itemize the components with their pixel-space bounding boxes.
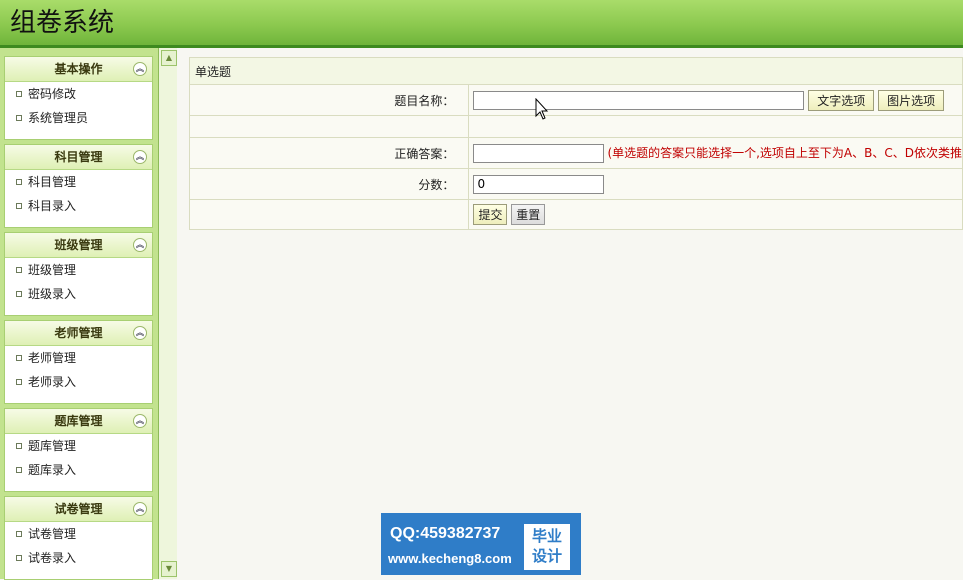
watermark-badge: 毕业 设计 xyxy=(524,524,570,570)
bullet-icon xyxy=(16,202,22,209)
scroll-up-icon[interactable]: ▲ xyxy=(161,50,177,66)
menu-item-bank-manage[interactable]: 题库管理 xyxy=(5,434,152,458)
menu-panel-title: 班级管理 xyxy=(54,238,103,252)
menu-item-label: 密码修改 xyxy=(28,87,77,101)
menu-panel-header[interactable]: 科目管理 ︽ xyxy=(5,145,152,170)
collapse-icon[interactable]: ︽ xyxy=(133,414,147,428)
menu-panel-title: 老师管理 xyxy=(54,326,103,340)
submit-button[interactable]: 提交 xyxy=(473,204,508,225)
collapse-icon[interactable]: ︽ xyxy=(133,326,147,340)
menu-panel-header[interactable]: 试卷管理 ︽ xyxy=(5,497,152,522)
menu-item-subject-add[interactable]: 科目录入 xyxy=(5,194,152,218)
bullet-icon xyxy=(16,354,22,361)
empty-cell xyxy=(188,115,470,138)
collapse-icon[interactable]: ︽ xyxy=(133,150,147,164)
reset-button[interactable]: 重置 xyxy=(511,204,546,225)
bullet-icon xyxy=(16,466,22,473)
collapse-icon[interactable]: ︽ xyxy=(133,502,147,516)
menu-item-label: 科目管理 xyxy=(28,175,77,189)
menu-panel-subject: 科目管理 ︽ 科目管理 科目录入 xyxy=(4,144,153,228)
watermark-badge-line: 设计 xyxy=(531,547,562,565)
menu-item-label: 班级管理 xyxy=(28,263,77,277)
bullet-icon xyxy=(16,114,22,121)
sidebar: 基本操作 ︽ 密码修改 系统管理员 科目管理 ︽ 科目管理 科目录入 班级管理 … xyxy=(0,48,158,580)
menu-item-bank-add[interactable]: 题库录入 xyxy=(5,458,152,482)
menu-panel-title: 试卷管理 xyxy=(54,502,103,516)
bullet-icon xyxy=(16,554,22,561)
question-label: 题目名称： xyxy=(188,84,470,116)
menu-panel-header[interactable]: 班级管理 ︽ xyxy=(5,233,152,258)
menu-item-paper-add[interactable]: 试卷录入 xyxy=(5,546,152,570)
watermark: QQ:459382737 www.kecheng8.com 毕业 设计 xyxy=(381,513,581,575)
app-title: 组卷系统 xyxy=(10,8,115,38)
menu-item-class-manage[interactable]: 班级管理 xyxy=(5,258,152,282)
menu-panel-question-bank: 题库管理 ︽ 题库管理 题库录入 xyxy=(4,408,153,492)
question-input[interactable] xyxy=(473,91,805,110)
menu-item-label: 科目录入 xyxy=(28,199,77,213)
bullet-icon xyxy=(16,90,22,97)
mouse-cursor-icon xyxy=(535,98,549,120)
menu-panel-header[interactable]: 题库管理 ︽ xyxy=(5,409,152,434)
menu-item-admin[interactable]: 系统管理员 xyxy=(5,106,152,130)
bullet-icon xyxy=(16,378,22,385)
menu-item-subject-manage[interactable]: 科目管理 xyxy=(5,170,152,194)
menu-item-label: 老师录入 xyxy=(28,375,77,389)
menu-item-label: 试卷管理 xyxy=(28,527,77,541)
watermark-qq: QQ:459382737 xyxy=(390,525,501,542)
menu-item-class-add[interactable]: 班级录入 xyxy=(5,282,152,306)
app-header: 组卷系统 xyxy=(0,0,963,45)
menu-item-paper-manage[interactable]: 试卷管理 xyxy=(5,522,152,546)
score-label: 分数： xyxy=(188,168,470,200)
bullet-icon xyxy=(16,442,22,449)
answer-input[interactable] xyxy=(473,143,605,163)
menu-item-label: 系统管理员 xyxy=(28,111,89,125)
menu-item-password[interactable]: 密码修改 xyxy=(5,82,152,106)
menu-item-label: 题库管理 xyxy=(28,439,77,453)
menu-panel-teacher: 老师管理 ︽ 老师管理 老师录入 xyxy=(4,320,153,404)
answer-label: 正确答案： xyxy=(188,137,470,169)
menu-item-teacher-manage[interactable]: 老师管理 xyxy=(5,346,152,370)
menu-panel-paper: 试卷管理 ︽ 试卷管理 试卷录入 xyxy=(4,496,153,580)
image-option-button[interactable]: 图片选项 xyxy=(878,89,945,111)
bullet-icon xyxy=(16,530,22,537)
menu-panel-basic: 基本操作 ︽ 密码修改 系统管理员 xyxy=(4,56,153,140)
bullet-icon xyxy=(16,290,22,297)
menu-panel-title: 题库管理 xyxy=(54,414,103,428)
menu-panel-title: 科目管理 xyxy=(54,150,103,164)
score-input[interactable] xyxy=(473,174,605,194)
form-caption: 单选题 xyxy=(189,57,963,85)
empty-cell xyxy=(188,199,470,230)
single-choice-form: 单选题 题目名称： 文字选项 图片选项 正确答案： (单选题的答案只能选择一个,… xyxy=(188,57,963,230)
collapse-icon[interactable]: ︽ xyxy=(133,238,147,252)
scroll-down-icon[interactable]: ▼ xyxy=(161,561,177,577)
watermark-url: www.kecheng8.com xyxy=(388,551,512,566)
sidebar-scrollbar[interactable]: ▲ ▼ xyxy=(158,48,177,579)
menu-item-teacher-add[interactable]: 老师录入 xyxy=(5,370,152,394)
menu-item-label: 班级录入 xyxy=(28,287,77,301)
menu-panel-header[interactable]: 老师管理 ︽ xyxy=(5,321,152,346)
menu-panel-header[interactable]: 基本操作 ︽ xyxy=(5,57,152,82)
watermark-badge-line: 毕业 xyxy=(531,527,562,545)
answer-hint: (单选题的答案只能选择一个,选项自上至下为A、B、C、D依次类推 xyxy=(607,146,962,160)
bullet-icon xyxy=(16,266,22,273)
menu-item-label: 题库录入 xyxy=(28,463,77,477)
text-option-button[interactable]: 文字选项 xyxy=(808,89,875,111)
menu-panel-class: 班级管理 ︽ 班级管理 班级录入 xyxy=(4,232,153,316)
menu-item-label: 老师管理 xyxy=(28,351,77,365)
menu-panel-title: 基本操作 xyxy=(54,62,103,76)
collapse-icon[interactable]: ︽ xyxy=(133,62,147,76)
bullet-icon xyxy=(16,178,22,185)
menu-item-label: 试卷录入 xyxy=(28,551,77,565)
